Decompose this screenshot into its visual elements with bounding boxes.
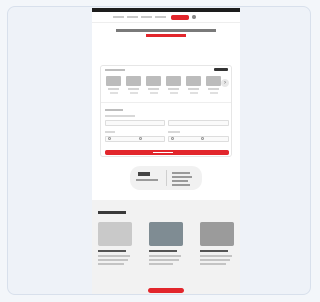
vehicle-option[interactable] [185,76,202,98]
hero-heading [116,29,216,32]
trust-badge [130,166,202,190]
trust-text [172,180,188,182]
article-image[interactable] [98,222,132,246]
select-field[interactable] [105,136,165,142]
trust-divider [166,170,167,186]
chevron-right-icon[interactable]: › [221,79,229,87]
article-title[interactable] [200,250,228,252]
vehicle-option[interactable] [205,76,222,98]
article-image[interactable] [149,222,183,246]
article-excerpt [149,263,173,265]
nav-link-4[interactable] [155,16,166,18]
hero-section [92,23,240,37]
trust-text [172,184,190,186]
article-excerpt [98,259,128,261]
article-excerpt [98,263,124,265]
article-excerpt [200,255,232,257]
vehicle-options [105,76,222,98]
article-title[interactable] [98,250,126,252]
form-title [105,69,125,71]
field-label [105,115,135,117]
article-excerpt [200,263,226,265]
view-more-button[interactable] [148,288,184,293]
article-excerpt [149,255,181,257]
trust-text [172,176,192,178]
form-divider [101,102,231,103]
articles-section [92,200,240,294]
trust-text [172,172,190,174]
website-preview: › [92,8,240,294]
vehicle-option[interactable] [125,76,142,98]
text-field[interactable] [168,120,229,126]
radio-option[interactable] [201,137,204,140]
hero-highlight [146,34,186,37]
nav-link-3[interactable] [141,16,152,18]
radio-option[interactable] [108,137,111,140]
vehicle-option[interactable] [105,76,122,98]
submit-label [153,152,173,153]
article-excerpt [98,255,130,257]
field-label [168,131,180,133]
article-excerpt [200,259,230,261]
field-label [105,131,115,133]
vehicle-option[interactable] [165,76,182,98]
article-excerpt [149,259,179,261]
text-field[interactable] [105,120,165,126]
site-header [92,12,240,23]
nav-link-2[interactable] [127,16,138,18]
section-title [98,211,126,214]
header-cta-button[interactable] [171,14,189,20]
nav-link-1[interactable] [113,16,124,18]
booking-form: › [100,65,232,157]
trust-text [136,179,158,181]
article-image[interactable] [200,222,234,246]
form-badge [214,68,228,71]
user-icon[interactable] [192,15,196,19]
article-title[interactable] [149,250,177,252]
vehicle-option[interactable] [145,76,162,98]
section-label [105,109,123,111]
trust-logo [138,172,150,176]
select-field[interactable] [168,136,229,142]
radio-option[interactable] [171,137,174,140]
radio-option[interactable] [139,137,142,140]
